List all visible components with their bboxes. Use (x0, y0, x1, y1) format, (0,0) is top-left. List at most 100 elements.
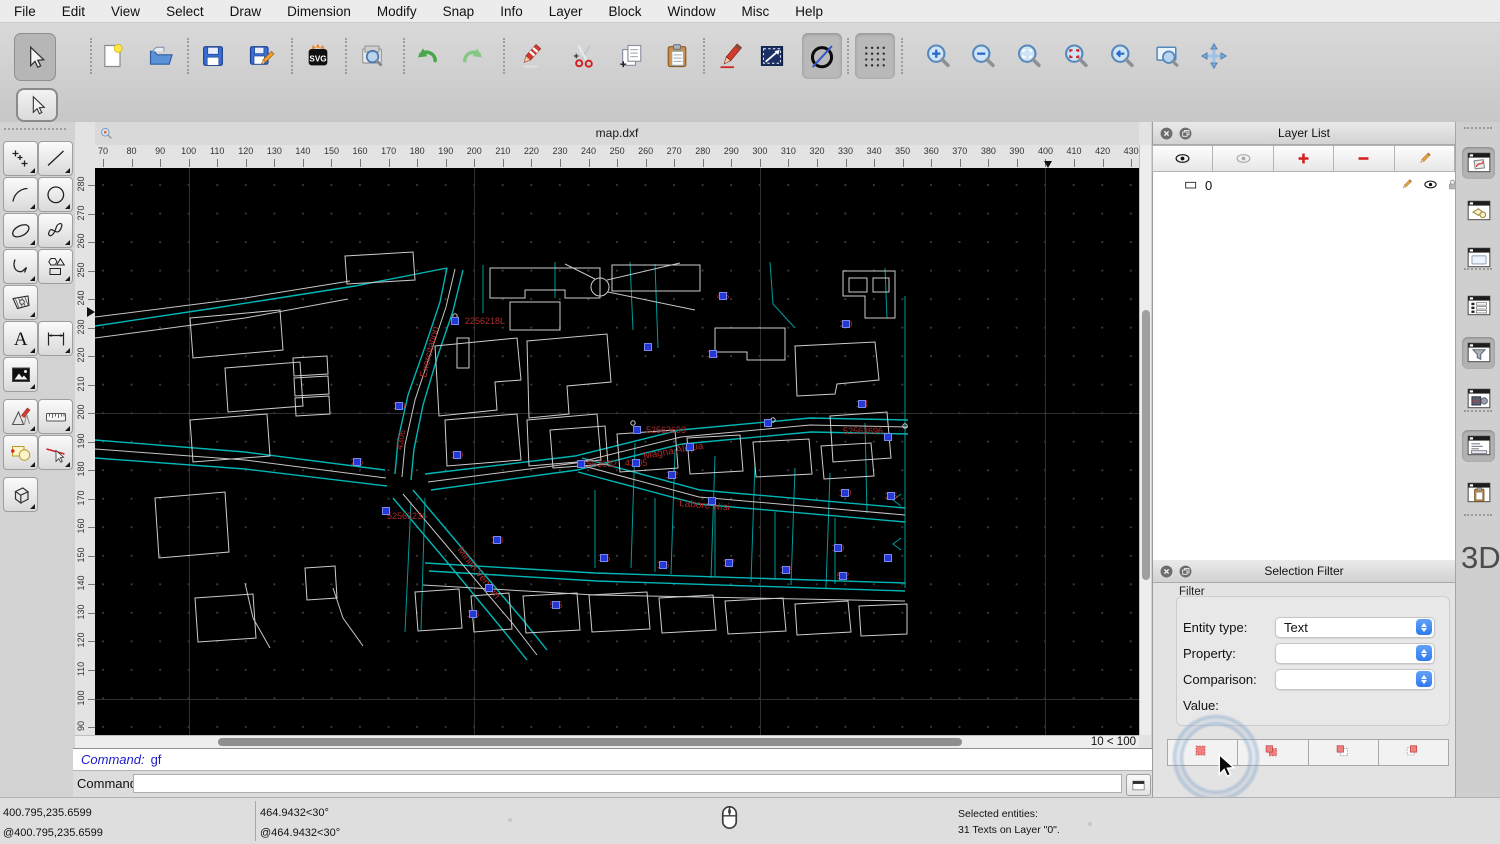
zoom-in-button[interactable] (918, 33, 958, 79)
edit-layer-row[interactable] (1399, 177, 1414, 192)
save-as-button[interactable] (241, 33, 281, 79)
select-tools-button[interactable] (38, 435, 73, 470)
hruler-tick (788, 159, 790, 167)
show-all-layers-button[interactable] (1152, 145, 1214, 172)
vertical-scrollbar-thumb[interactable] (1142, 310, 1150, 580)
chevron-up-down-icon[interactable] (1416, 671, 1432, 687)
ellipse-tools-button[interactable] (3, 213, 38, 248)
line-from-points-button[interactable] (752, 33, 792, 79)
open-file-button[interactable] (141, 33, 181, 79)
circle-tools-button[interactable] (38, 177, 73, 212)
measure-tools-button[interactable] (38, 399, 73, 434)
add-layer-button[interactable] (1272, 145, 1335, 172)
intersect-selection-button[interactable] (1377, 739, 1449, 766)
arc-tools-button[interactable] (3, 177, 38, 212)
modify-tools-button[interactable] (3, 399, 38, 434)
layer-row[interactable]: 0 (1153, 174, 1456, 196)
image-tools-button[interactable] (3, 357, 38, 392)
line-tools-button[interactable] (38, 141, 73, 176)
block-list-button[interactable] (1462, 195, 1495, 227)
hruler-tick (531, 159, 533, 167)
remove-from-selection-button[interactable] (1307, 739, 1379, 766)
hatch-tools-button[interactable] (3, 285, 38, 320)
polyline-tools-button[interactable] (3, 249, 38, 284)
zoom-selection-button[interactable] (1056, 33, 1096, 79)
detach-icon[interactable] (1178, 126, 1193, 141)
menu-help[interactable]: Help (795, 4, 823, 19)
selection-pointer-button-2[interactable] (16, 88, 58, 122)
grid-toggle-button[interactable] (855, 33, 895, 79)
chevron-up-down-icon[interactable] (1416, 619, 1432, 635)
chevron-up-down-icon[interactable] (1416, 645, 1432, 661)
delete-entities-button[interactable] (511, 33, 551, 79)
filter-select[interactable]: Text (1275, 616, 1435, 638)
modify-pencil-button[interactable] (711, 33, 751, 79)
detach-icon[interactable] (1178, 564, 1193, 579)
menu-file[interactable]: File (14, 4, 36, 19)
previous-view-button[interactable] (1102, 33, 1142, 79)
menu-select[interactable]: Select (166, 4, 204, 19)
pan-button[interactable] (1194, 33, 1234, 79)
drawing-canvas[interactable]: 2256218L4 52 01 11 01 452563693525636965… (95, 168, 1139, 735)
zoom-window-button[interactable] (1147, 33, 1187, 79)
horizontal-scrollbar[interactable]: 10 < 100 (75, 735, 1139, 748)
filter-select[interactable] (1275, 668, 1435, 690)
menu-dimension[interactable]: Dimension (287, 4, 351, 19)
redo-button[interactable] (453, 33, 493, 79)
restrict-off-button[interactable] (802, 33, 842, 79)
svg-export-button[interactable]: SVG (298, 33, 338, 79)
filter-field-entitytype: Entity type: Text (1183, 616, 1439, 638)
hruler-tick (674, 159, 676, 167)
paste-button[interactable] (657, 33, 697, 79)
vruler-tick (88, 413, 95, 415)
menu-block[interactable]: Block (609, 4, 642, 19)
close-icon[interactable] (1159, 126, 1174, 141)
close-icon[interactable] (1159, 564, 1174, 579)
point-tools-button[interactable] (3, 141, 38, 176)
save-button[interactable] (193, 33, 233, 79)
viewport-tools-button[interactable] (3, 477, 38, 512)
shape-tools-button[interactable] (38, 249, 73, 284)
property-editor-button[interactable] (1462, 147, 1495, 179)
selection-pointer-button[interactable] (14, 33, 56, 81)
layer-eye[interactable] (1423, 177, 1438, 192)
menu-snap[interactable]: Snap (443, 4, 475, 19)
edit-layer-button[interactable] (1393, 145, 1456, 172)
hide-all-layers-button[interactable] (1212, 145, 1274, 172)
menu-window[interactable]: Window (668, 4, 716, 19)
menu-misc[interactable]: Misc (742, 4, 770, 19)
selection-filter-toggle-button[interactable] (1462, 337, 1495, 369)
copy-button[interactable] (612, 33, 652, 79)
horizontal-ruler: 70 80 90 100 110 120 130 140 150 160 170 180 190 200 2… (95, 145, 1139, 168)
toolbar-separator (90, 38, 94, 74)
auto-zoom-button[interactable] (1009, 33, 1049, 79)
remove-layer-button[interactable] (1333, 145, 1395, 172)
command-line-toggle-button[interactable] (1462, 430, 1495, 462)
vertical-scrollbar[interactable] (1139, 145, 1151, 735)
undo-icon (417, 48, 437, 63)
menu-edit[interactable]: Edit (62, 4, 85, 19)
filter-action-buttons (1167, 739, 1449, 766)
dimension-tools-button[interactable] (38, 321, 73, 356)
snap-tools-button[interactable] (3, 435, 38, 470)
command-input[interactable] (133, 774, 1122, 793)
menu-layer[interactable]: Layer (549, 4, 583, 19)
spline-tools-button[interactable] (38, 213, 73, 248)
add-to-selection-button[interactable] (1237, 739, 1309, 766)
menu-view[interactable]: View (111, 4, 140, 19)
undo-button[interactable] (407, 33, 447, 79)
zoom-out-button[interactable] (963, 33, 1003, 79)
menu-modify[interactable]: Modify (377, 4, 417, 19)
text-tools-button[interactable]: A (3, 321, 38, 356)
menu-info[interactable]: Info (500, 4, 523, 19)
command-options-button[interactable] (1126, 774, 1151, 796)
cut-button[interactable] (565, 33, 605, 79)
horizontal-scrollbar-thumb[interactable] (218, 738, 962, 746)
clipboard-panel-button[interactable] (1462, 477, 1495, 509)
layer-list-toggle-button[interactable] (1462, 290, 1495, 322)
new-file-button[interactable] (93, 33, 133, 79)
print-preview-button[interactable] (352, 33, 392, 79)
selected-text-marker (719, 292, 727, 300)
menu-draw[interactable]: Draw (230, 4, 262, 19)
filter-select[interactable] (1275, 642, 1435, 664)
